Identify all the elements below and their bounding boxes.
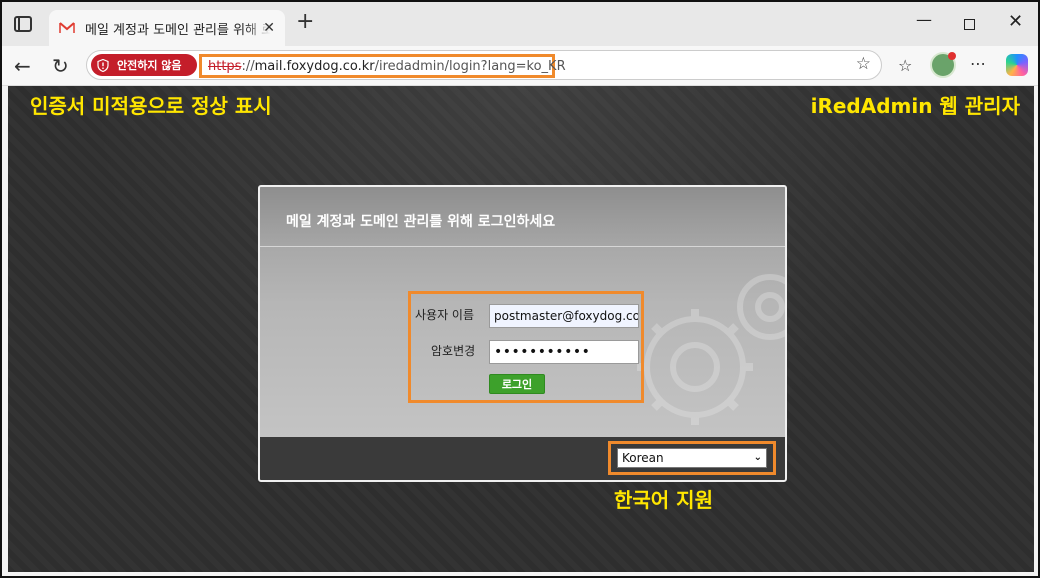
toolbar: ← ↻ 안전하지 않음 https://mail.foxydog.co.kr/i… [2,46,1038,86]
chevron-down-icon: ⌄ [753,452,762,463]
password-field[interactable]: ••••••••••• [489,340,639,364]
reload-icon[interactable]: ↻ [52,54,69,78]
annotation-left: 인증서 미적용으로 정상 표시 [30,94,272,118]
tab-active[interactable]: 메일 계정과 도메인 관리를 위해 로그인하세요 ✕ [49,10,285,46]
page-content: 인증서 미적용으로 정상 표시 iRedAdmin 웹 관리자 메일 계정과 도… [8,86,1034,572]
favorites-icon[interactable]: ☆ [898,56,912,75]
insecure-label: 안전하지 않음 [117,59,182,72]
language-select[interactable]: Korean ⌄ [617,448,767,468]
url-scheme: https [208,58,242,74]
window-close-icon[interactable]: ✕ [1008,11,1023,32]
browser-window: 메일 계정과 도메인 관리를 위해 로그인하세요 ✕ + — ✕ ← ↻ 안전하… [0,0,1040,578]
login-form: 사용자 이름 postmaster@foxydog.co 암호변경 ••••••… [408,291,644,403]
back-icon[interactable]: ← [14,54,31,78]
mail-favicon-icon [59,21,75,35]
close-icon[interactable]: ✕ [263,20,275,36]
shield-icon [97,58,109,72]
plus-icon[interactable]: + [296,11,314,33]
copilot-icon[interactable] [1006,54,1028,76]
url-path: /iredadmin/login?lang=ko_KR [374,58,566,74]
username-field[interactable]: postmaster@foxydog.co [489,304,639,328]
language-highlight: Korean ⌄ [608,441,776,475]
more-icon[interactable]: ⋯ [970,54,986,73]
tab-title: 메일 계정과 도메인 관리를 위해 로그인하세요 [85,22,271,38]
login-button[interactable]: 로그인 [489,374,545,394]
panel-footer: Korean ⌄ [260,437,785,480]
tab-strip: 메일 계정과 도메인 관리를 위해 로그인하세요 ✕ + — ✕ [2,2,1038,46]
minimize-icon[interactable]: — [916,10,932,29]
url-text[interactable]: https://mail.foxydog.co.kr/iredadmin/log… [199,54,566,78]
url-separator: :// [241,58,255,74]
username-label: 사용자 이름 [415,308,475,322]
avatar[interactable] [930,52,956,78]
notification-dot [948,52,956,60]
annotation-right: iRedAdmin 웹 관리자 [810,94,1020,118]
password-label: 암호변경 [431,344,476,358]
panel-header: 메일 계정과 도메인 관리를 위해 로그인하세요 [260,187,785,247]
address-bar[interactable]: 안전하지 않음 https://mail.foxydog.co.kr/ireda… [86,50,882,80]
url-host: mail.foxydog.co.kr [254,58,375,74]
language-selected: Korean [622,451,664,465]
star-icon[interactable]: ☆ [856,54,871,74]
annotation-bottom: 한국어 지원 [614,488,713,512]
sidebar-icon[interactable] [14,16,32,32]
maximize-icon[interactable] [964,19,975,30]
insecure-badge[interactable]: 안전하지 않음 [91,54,197,76]
page-title: 메일 계정과 도메인 관리를 위해 로그인하세요 [286,214,556,230]
login-panel: 메일 계정과 도메인 관리를 위해 로그인하세요 사용자 이름 postmast… [258,185,787,482]
